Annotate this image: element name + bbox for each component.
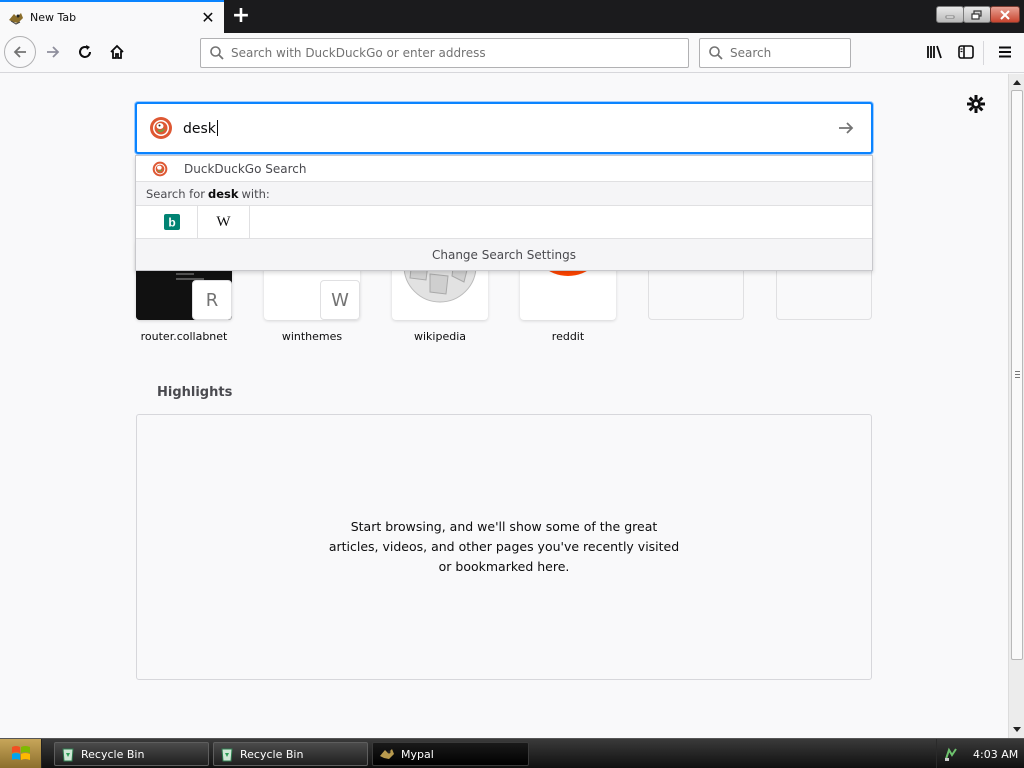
- taskbar-item-mypal[interactable]: Mypal: [372, 742, 529, 766]
- tab-new-tab[interactable]: New Tab ✕: [0, 0, 224, 33]
- tab-title: New Tab: [30, 11, 77, 24]
- scroll-down-arrow-icon: [1013, 727, 1021, 732]
- recycle-bin-icon: [221, 748, 233, 762]
- search-icon: [210, 46, 224, 60]
- search-input[interactable]: [730, 46, 840, 60]
- scroll-up-button[interactable]: [1009, 74, 1024, 90]
- back-button[interactable]: [4, 36, 36, 68]
- home-icon: [110, 44, 124, 59]
- taskbar-item-label: Mypal: [401, 747, 434, 761]
- forward-button[interactable]: [38, 37, 68, 67]
- engine-wikipedia-button[interactable]: W: [198, 205, 250, 239]
- search-suggestions-popup: DuckDuckGo Search Search for desk with: …: [135, 155, 873, 271]
- duckduckgo-icon: [152, 161, 168, 176]
- close-icon: [1000, 9, 1010, 20]
- search-for-suffix: with:: [241, 186, 270, 201]
- taskbar-item-label: Recycle Bin: [81, 747, 145, 761]
- search-bar[interactable]: [699, 38, 851, 68]
- bing-icon: b: [163, 214, 180, 230]
- search-icon: [709, 46, 723, 60]
- taskbar-item-label: Recycle Bin: [240, 747, 304, 761]
- back-arrow-icon: [13, 46, 26, 58]
- new-tab-button[interactable]: +: [228, 3, 254, 29]
- highlights-title[interactable]: Highlights: [157, 385, 232, 400]
- highlights-empty-message: Start browsing, and we'll show some of t…: [328, 519, 680, 574]
- recycle-bin-icon: [62, 748, 74, 762]
- network-icon[interactable]: [943, 746, 959, 762]
- mypal-favicon-icon: [9, 12, 23, 25]
- taskbar: Recycle Bin Recycle Bin Mypal 4:03 AM: [0, 738, 1024, 768]
- suggestion-label: DuckDuckGo Search: [184, 161, 307, 176]
- open-menu-button[interactable]: [990, 37, 1020, 67]
- windows-logo-icon: [11, 746, 30, 760]
- scrollbar-thumb[interactable]: [1011, 90, 1023, 660]
- hamburger-menu-icon: [999, 46, 1011, 58]
- scroll-up-arrow-icon: [1013, 80, 1021, 85]
- page-search-input[interactable]: desk: [183, 119, 831, 137]
- highlights-empty-box: Start browsing, and we'll show some of t…: [136, 414, 872, 680]
- window-close-button[interactable]: [990, 6, 1020, 23]
- one-off-engines: b W: [136, 205, 872, 239]
- reload-icon: [79, 45, 91, 58]
- search-for-header: Search for desk with:: [136, 182, 872, 206]
- arrow-right-icon: [839, 122, 854, 134]
- topsite-letter-badge: W: [320, 280, 360, 320]
- tab-strip: New Tab ✕ +: [0, 0, 1024, 33]
- window-minimize-button[interactable]: [936, 6, 964, 23]
- vertical-scrollbar[interactable]: [1008, 74, 1024, 738]
- new-tab-page: desk DuckDuckGo Search Search for desk w…: [0, 74, 1008, 738]
- library-button[interactable]: [920, 37, 950, 67]
- tab-close-icon[interactable]: ✕: [196, 6, 220, 30]
- search-for-prefix: Search for: [146, 186, 205, 201]
- change-search-settings-button[interactable]: Change Search Settings: [136, 239, 872, 270]
- search-submit-button[interactable]: [831, 113, 861, 143]
- engine-bing-button[interactable]: b: [146, 205, 198, 239]
- search-query-text: desk: [183, 120, 216, 137]
- scroll-down-button[interactable]: [1009, 722, 1024, 738]
- restore-icon: [971, 9, 982, 20]
- bing-letter: b: [168, 216, 175, 230]
- search-for-term: desk: [207, 186, 239, 201]
- reload-button[interactable]: [70, 37, 100, 67]
- sidebar-toggle-button[interactable]: [951, 37, 981, 67]
- home-button[interactable]: [102, 37, 132, 67]
- topsite-letter-badge: R: [192, 280, 232, 320]
- suggestion-duckduckgo-search[interactable]: DuckDuckGo Search: [136, 156, 872, 182]
- duckduckgo-icon: [150, 117, 172, 139]
- scrollbar-grip: [1015, 371, 1020, 378]
- system-tray: 4:03 AM: [936, 739, 1024, 768]
- topsite-label: router.collabnet: [140, 330, 228, 343]
- topsite-label: wikipedia: [413, 330, 466, 343]
- forward-arrow-icon: [47, 46, 60, 58]
- topsite-label: reddit: [551, 330, 585, 343]
- sidebar-icon: [958, 45, 974, 59]
- mypal-icon: [380, 749, 394, 759]
- address-bar[interactable]: [200, 38, 689, 68]
- topsite-label: winthemes: [281, 330, 343, 343]
- address-input[interactable]: [231, 46, 671, 60]
- start-button[interactable]: [0, 739, 42, 768]
- taskbar-item-recycle-bin[interactable]: Recycle Bin: [213, 742, 368, 766]
- toolbar-separator: [983, 41, 984, 65]
- text-caret: [216, 119, 218, 136]
- library-icon: [927, 45, 942, 59]
- wikipedia-icon: W: [216, 213, 231, 230]
- minimize-icon: [945, 15, 955, 18]
- page-search-box[interactable]: desk: [135, 102, 873, 154]
- navigation-toolbar: [0, 33, 1024, 73]
- gear-icon[interactable]: [966, 94, 986, 114]
- clock[interactable]: 4:03 AM: [973, 748, 1018, 761]
- window-restore-button[interactable]: [963, 6, 991, 23]
- taskbar-item-recycle-bin[interactable]: Recycle Bin: [54, 742, 209, 766]
